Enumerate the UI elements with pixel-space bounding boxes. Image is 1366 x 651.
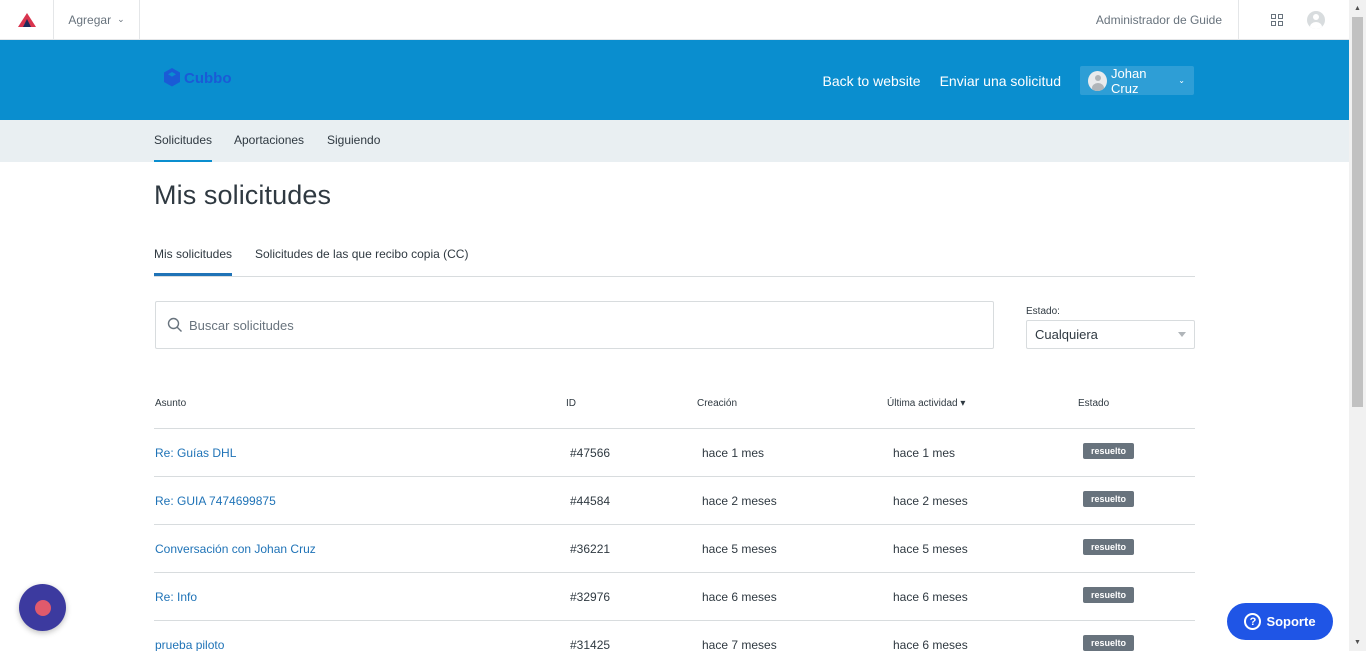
tab-siguiendo[interactable]: Siguiendo (327, 120, 380, 162)
request-subject-link[interactable]: Re: Info (155, 590, 197, 604)
request-id: #31425 (570, 638, 611, 651)
request-subject-link[interactable]: Re: GUIA 7474699875 (155, 494, 276, 508)
request-created: hace 5 meses (702, 542, 777, 556)
add-label: Agregar (68, 12, 112, 27)
chat-dot-icon (34, 599, 51, 616)
logo-icon[interactable] (0, 0, 54, 39)
chevron-down-icon: ⌄ (1178, 76, 1185, 85)
cube-icon (164, 68, 180, 87)
column-status[interactable]: Estado (1078, 398, 1109, 409)
page-title: Mis solicitudes (154, 180, 332, 210)
scrollbar-thumb[interactable] (1352, 17, 1363, 407)
status-filter-select[interactable]: Cualquiera (1026, 320, 1195, 349)
guide-admin-link[interactable]: Administrador de Guide (1096, 0, 1239, 39)
admin-bar: Agregar ⌄ Administrador de Guide (0, 0, 1349, 40)
request-filter-tabs: Mis solicitudes Solicitudes de las que r… (154, 236, 1195, 277)
grid-icon[interactable] (1257, 0, 1297, 39)
scroll-down-icon[interactable]: ▼ (1349, 634, 1366, 651)
request-last-activity: hace 5 meses (893, 542, 968, 556)
request-id: #47566 (570, 446, 611, 460)
user-menu-button[interactable]: Johan Cruz ⌄ (1080, 65, 1194, 96)
request-id: #44584 (570, 494, 611, 508)
table-row: Re: GUIA 7474699875 #44584 hace 2 meses … (154, 477, 1195, 525)
request-subject-link[interactable]: prueba piloto (155, 638, 224, 651)
request-id: #36221 (570, 542, 611, 556)
request-created: hace 6 meses (702, 590, 777, 604)
chevron-down-icon: ⌄ (117, 14, 125, 24)
column-created[interactable]: Creación (697, 398, 737, 409)
tab-cc-requests[interactable]: Solicitudes de las que recibo copia (CC) (255, 236, 468, 276)
profile-subnav: Solicitudes Aportaciones Siguiendo (0, 120, 1349, 162)
tab-solicitudes[interactable]: Solicitudes (154, 120, 213, 162)
brand-logo[interactable]: Cubbo (163, 66, 231, 90)
column-last-activity[interactable]: Última actividad ▾ (887, 398, 965, 409)
user-name: Johan Cruz (1111, 65, 1147, 96)
page-scrollbar[interactable]: ▲ ▼ (1349, 0, 1366, 651)
requests-table: Asunto ID Creación Última actividad ▾ Es… (154, 380, 1195, 651)
tab-aportaciones[interactable]: Aportaciones (234, 120, 304, 162)
back-to-website-link[interactable]: Back to website (823, 73, 921, 89)
request-created: hace 7 meses (702, 638, 777, 651)
request-id: #32976 (570, 590, 611, 604)
help-icon: ? (1244, 613, 1262, 630)
brand-name: Cubbo (184, 69, 232, 87)
request-subject-link[interactable]: Re: Guías DHL (155, 446, 236, 460)
request-subject-link[interactable]: Conversación con Johan Cruz (155, 542, 316, 556)
request-last-activity: hace 1 mes (893, 446, 956, 460)
status-badge: resuelto (1083, 539, 1135, 555)
request-last-activity: hace 2 meses (893, 494, 968, 508)
status-badge: resuelto (1083, 635, 1135, 651)
request-created: hace 1 mes (702, 446, 765, 460)
request-created: hace 2 meses (702, 494, 777, 508)
status-filter-value: Cualquiera (1035, 327, 1098, 342)
support-label: Soporte (1266, 614, 1316, 629)
tab-my-requests[interactable]: Mis solicitudes (154, 236, 233, 276)
chat-widget-button[interactable] (19, 584, 66, 631)
caret-down-icon (1178, 332, 1186, 337)
support-button[interactable]: ? Soporte (1227, 603, 1333, 640)
column-id[interactable]: ID (566, 398, 576, 409)
status-badge: resuelto (1083, 491, 1135, 507)
request-last-activity: hace 6 meses (893, 638, 968, 651)
avatar-icon (1088, 70, 1108, 91)
site-header: Cubbo Back to website Enviar una solicit… (0, 40, 1349, 120)
table-row: Re: Guías DHL #47566 hace 1 mes hace 1 m… (154, 429, 1195, 477)
table-row: Re: Info #32976 hace 6 meses hace 6 mese… (154, 573, 1195, 621)
table-header: Asunto ID Creación Última actividad ▾ Es… (154, 380, 1195, 429)
search-input[interactable]: Buscar solicitudes (155, 301, 994, 349)
status-badge: resuelto (1083, 443, 1135, 459)
scroll-up-icon[interactable]: ▲ (1349, 0, 1366, 17)
search-placeholder: Buscar solicitudes (189, 317, 294, 333)
header-nav: Back to website Enviar una solicitud Joh… (823, 65, 1194, 96)
status-badge: resuelto (1083, 587, 1135, 603)
user-avatar (1307, 10, 1325, 29)
avatar-icon[interactable] (1301, 0, 1331, 39)
submit-request-link[interactable]: Enviar una solicitud (940, 73, 1061, 89)
column-subject[interactable]: Asunto (155, 398, 186, 409)
add-dropdown[interactable]: Agregar ⌄ (54, 0, 140, 39)
request-last-activity: hace 6 meses (893, 590, 968, 604)
table-row: prueba piloto #31425 hace 7 meses hace 6… (154, 621, 1195, 651)
search-icon (167, 317, 182, 332)
table-row: Conversación con Johan Cruz #36221 hace … (154, 525, 1195, 573)
status-filter-label: Estado: (1026, 306, 1060, 317)
